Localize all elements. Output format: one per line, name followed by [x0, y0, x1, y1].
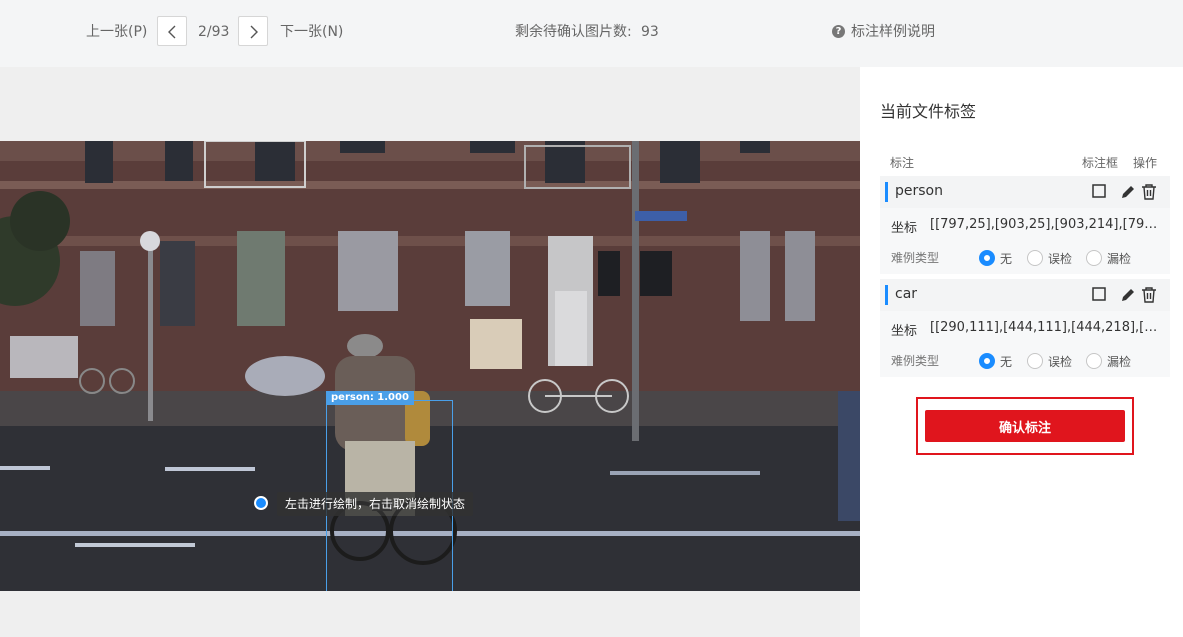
header-label: 标注 [890, 156, 915, 170]
label-card-body: 坐标 [[290,111],[444,111],[444,218],[290,2… [880, 311, 1170, 377]
radio-none[interactable] [979, 250, 995, 266]
coord-label: 坐标 [891, 221, 918, 236]
help-link[interactable]: 标注样例说明 [851, 22, 935, 42]
toolbar: 上一张(P) 2/93 下一张(N) 剩余待确认图片数: 93 ? 标注样例说明 [0, 0, 1183, 67]
pencil-icon[interactable] [1120, 287, 1136, 303]
hard-case-label: 难例类型 [891, 354, 940, 368]
radio-none-label[interactable]: 无 [1000, 250, 1012, 267]
label-card-car: car 坐标 [[290,111],[444,111],[444,218],[2… [880, 279, 1170, 377]
label-panel: 当前文件标签 标注 标注框 操作 person 坐标 [[797,25],[90… [860, 67, 1183, 637]
header-ops: 操作 [1133, 156, 1158, 170]
help-icon[interactable]: ? [832, 25, 845, 38]
prev-button[interactable] [157, 16, 187, 46]
coord-label: 坐标 [891, 324, 918, 339]
radio-false-detect[interactable] [1027, 250, 1043, 266]
next-label[interactable]: 下一张(N) [280, 22, 343, 42]
radio-missed-detect-label[interactable]: 漏检 [1107, 250, 1131, 267]
remaining-label: 剩余待确认图片数: [515, 24, 632, 40]
prev-label[interactable]: 上一张(P) [86, 22, 147, 42]
radio-none[interactable] [979, 353, 995, 369]
label-card-header[interactable]: person [880, 176, 1170, 208]
label-name: car [895, 286, 918, 302]
trash-icon[interactable] [1141, 184, 1157, 200]
radio-missed-detect[interactable] [1086, 353, 1102, 369]
confirm-annotation-button[interactable]: 确认标注 [925, 410, 1125, 442]
radio-false-detect[interactable] [1027, 353, 1043, 369]
confirm-highlight: 确认标注 [916, 397, 1134, 455]
header-box: 标注框 [1082, 156, 1119, 170]
square-icon[interactable] [1092, 287, 1106, 301]
coord-value: [[797,25],[903,25],[903,214],[797,214]] [930, 217, 1162, 232]
annotation-canvas[interactable]: person: 1.000 左击进行绘制，右击取消绘制状态 [0, 67, 860, 637]
label-color-bar [885, 285, 888, 305]
radio-missed-detect[interactable] [1086, 250, 1102, 266]
radio-none-label[interactable]: 无 [1000, 353, 1012, 370]
label-card-body: 坐标 [[797,25],[903,25],[903,214],[797,214… [880, 208, 1170, 274]
pencil-icon[interactable] [1120, 184, 1136, 200]
trash-icon[interactable] [1141, 287, 1157, 303]
label-card-header[interactable]: car [880, 279, 1170, 311]
label-name: person [895, 183, 943, 199]
cursor-point [254, 496, 268, 510]
page-indicator: 2/93 [198, 24, 230, 40]
label-card-person: person 坐标 [[797,25],[903,25],[903,214],[… [880, 176, 1170, 274]
panel-title: 当前文件标签 [880, 102, 977, 121]
chevron-left-icon [168, 25, 176, 39]
chevron-right-icon [250, 25, 258, 39]
hard-case-label: 难例类型 [891, 251, 940, 265]
radio-false-detect-label[interactable]: 误检 [1048, 353, 1072, 370]
next-button[interactable] [238, 16, 268, 46]
coord-value: [[290,111],[444,111],[444,218],[290,218]… [930, 320, 1162, 335]
bounding-box-label: person: 1.000 [326, 391, 414, 405]
radio-missed-detect-label[interactable]: 漏检 [1107, 353, 1131, 370]
square-icon[interactable] [1092, 184, 1106, 198]
radio-false-detect-label[interactable]: 误检 [1048, 250, 1072, 267]
label-color-bar [885, 182, 888, 202]
cursor-tooltip: 左击进行绘制，右击取消绘制状态 [277, 492, 474, 516]
remaining-count: 93 [641, 24, 659, 40]
street-photo[interactable]: person: 1.000 左击进行绘制，右击取消绘制状态 [0, 141, 860, 591]
